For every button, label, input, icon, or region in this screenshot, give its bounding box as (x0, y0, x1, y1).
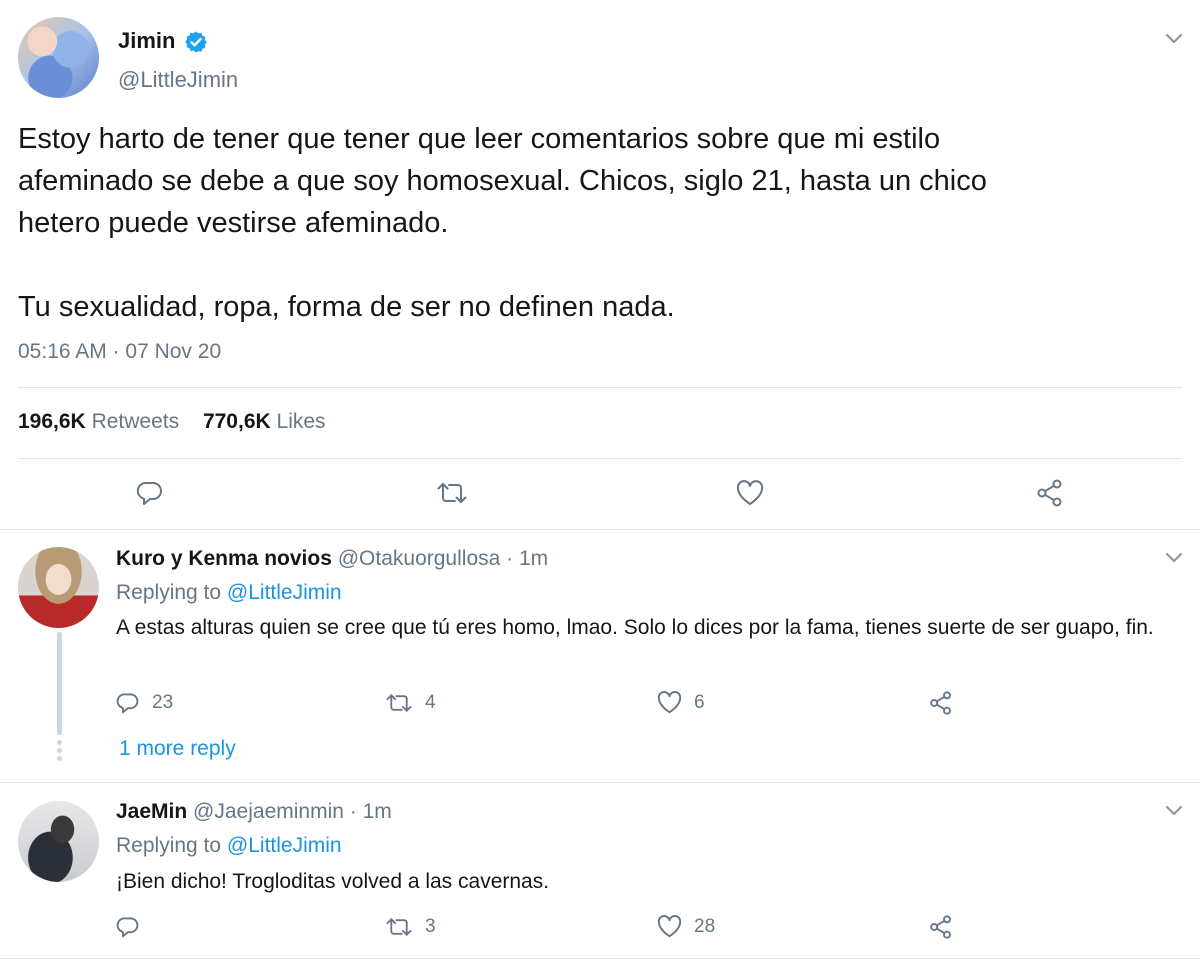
reply-avatar[interactable] (18, 801, 99, 882)
reply-text: ¡Bien dicho! Trogloditas volved a las ca… (116, 870, 550, 893)
like-button[interactable] (736, 480, 764, 506)
reply-header: Kuro y Kenma novios @Otakuorgullosa · 1m (116, 547, 548, 571)
replying-to-link[interactable]: @LittleJimin (227, 834, 342, 857)
like-icon (657, 915, 682, 938)
share-icon (930, 691, 951, 715)
likes-count[interactable]: 770,6K (203, 410, 271, 433)
reply-menu-chevron-down-icon[interactable] (1165, 805, 1183, 817)
reply-author-name[interactable]: JaeMin (116, 800, 187, 823)
reply-avatar[interactable] (18, 547, 99, 628)
share-icon (930, 915, 951, 939)
like-count: 28 (694, 915, 716, 937)
reply-button[interactable] (116, 915, 152, 939)
retweet-icon (437, 483, 467, 503)
reply-icon (116, 917, 139, 938)
share-button[interactable] (929, 690, 953, 716)
reply-time[interactable]: · 1m (350, 800, 392, 823)
verified-badge-icon (184, 30, 208, 54)
retweet-icon (386, 694, 412, 712)
tweet-stats: 196,6K Retweets 770,6K Likes (18, 410, 326, 434)
thread-dots (57, 740, 62, 764)
replying-to: Replying to @LittleJimin (116, 581, 342, 605)
retweet-button[interactable]: 4 (385, 691, 436, 715)
tweet-timestamp[interactable]: 05:16 AM · 07 Nov 20 (18, 340, 221, 364)
divider (18, 387, 1182, 388)
author-name[interactable]: Jimin (118, 28, 175, 54)
retweets-count[interactable]: 196,6K (18, 410, 86, 433)
like-button[interactable]: 6 (657, 691, 705, 714)
reply-header: JaeMin @Jaejaeminmin · 1m (116, 800, 392, 824)
retweet-button[interactable]: 3 (385, 915, 436, 939)
author-handle[interactable]: @LittleJimin (118, 67, 238, 93)
retweet-button[interactable] (436, 479, 468, 507)
likes-label[interactable]: Likes (277, 410, 326, 433)
share-button[interactable] (929, 914, 953, 940)
retweet-icon (386, 918, 412, 936)
author-avatar[interactable] (18, 17, 99, 98)
replying-to-prefix: Replying to (116, 834, 222, 857)
reply-author-handle[interactable]: @Jaejaeminmin (193, 800, 344, 823)
retweets-label[interactable]: Retweets (92, 410, 180, 433)
reply-text: A estas alturas quien se cree que tú ere… (116, 616, 1154, 639)
replying-to-link[interactable]: @LittleJimin (227, 581, 342, 604)
replying-to-prefix: Replying to (116, 581, 222, 604)
reply-count: 23 (152, 692, 174, 713)
retweet-count: 4 (425, 692, 436, 713)
reply-button[interactable]: 23 (116, 691, 173, 715)
divider (0, 529, 1200, 530)
retweet-count: 3 (425, 916, 436, 937)
reply-menu-chevron-down-icon[interactable] (1165, 552, 1183, 564)
divider (0, 958, 1200, 959)
reply-author-handle[interactable]: @Otakuorgullosa (338, 547, 501, 570)
divider (18, 458, 1182, 459)
thread-line (57, 632, 62, 735)
reply-icon (116, 693, 139, 714)
replying-to: Replying to @LittleJimin (116, 834, 342, 858)
reply-icon (136, 481, 162, 505)
tweet-menu-chevron-down-icon[interactable] (1165, 33, 1183, 45)
like-icon (736, 480, 764, 505)
reply-time[interactable]: · 1m (506, 547, 548, 570)
like-count: 6 (694, 691, 705, 713)
divider (0, 782, 1200, 783)
reply-button[interactable] (136, 479, 164, 507)
like-icon (657, 691, 682, 714)
more-replies-link[interactable]: 1 more reply (119, 737, 236, 761)
tweet-text: Estoy harto de tener que tener que leer … (18, 123, 987, 323)
reply-author-name[interactable]: Kuro y Kenma novios (116, 547, 332, 570)
like-button[interactable]: 28 (657, 915, 715, 938)
share-icon (1037, 479, 1062, 507)
share-button[interactable] (1036, 478, 1064, 508)
